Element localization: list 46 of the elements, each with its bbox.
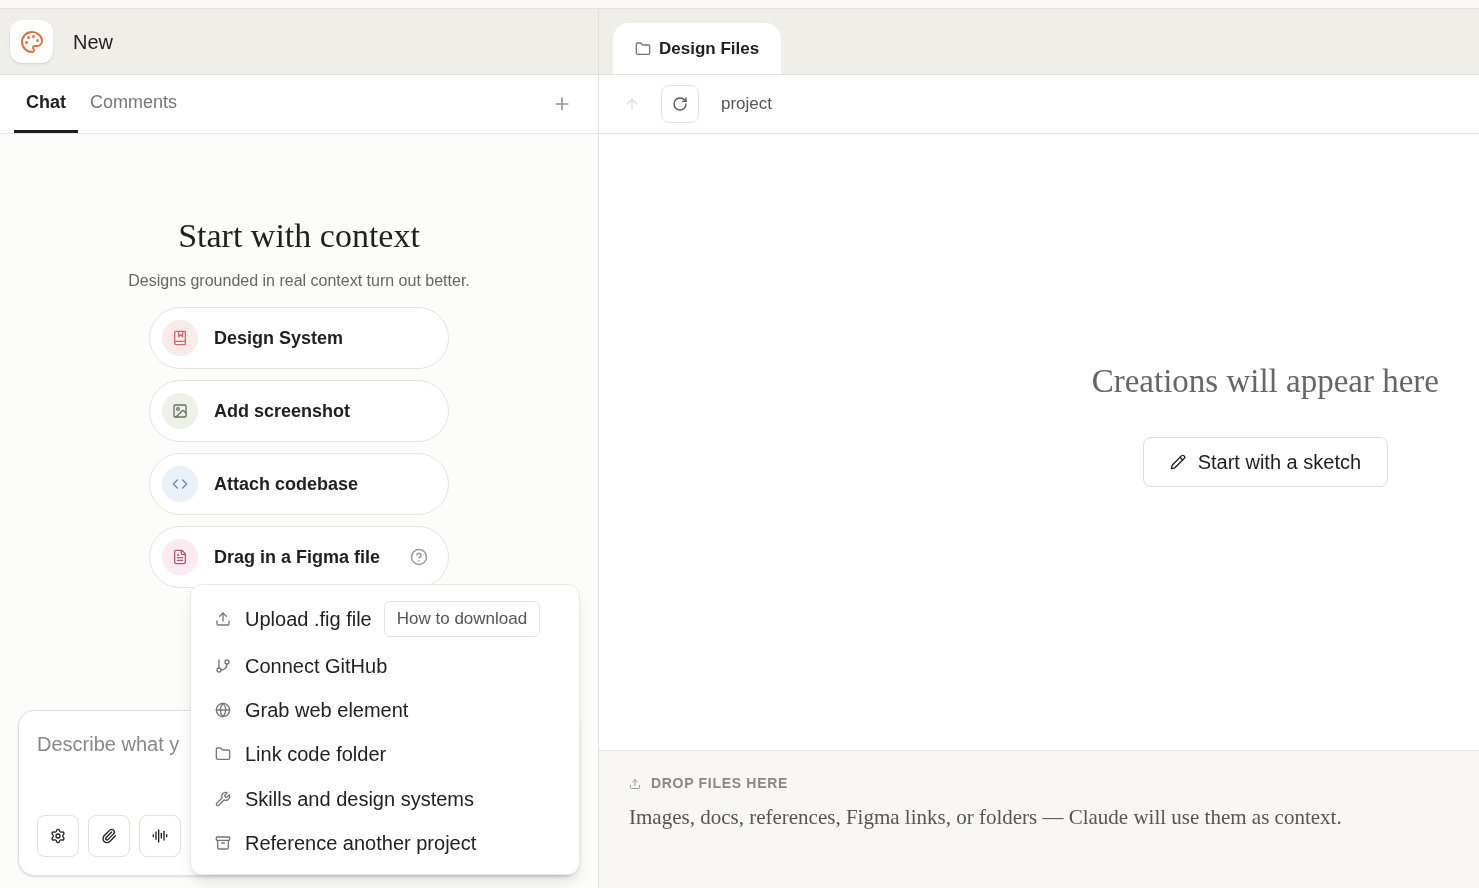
upload-icon	[629, 777, 641, 790]
menu-item[interactable]: Link code folder	[215, 739, 387, 770]
image-icon	[172, 403, 188, 419]
path-label: project	[721, 93, 773, 116]
menu-item[interactable]: Skills and design systems	[215, 783, 474, 814]
palette-icon	[19, 29, 44, 54]
branch-icon	[215, 657, 231, 674]
context-option[interactable]: Design System	[149, 307, 449, 369]
arrow-up-icon	[624, 96, 640, 112]
tab[interactable]: Comments	[78, 75, 190, 133]
app-logo[interactable]	[10, 20, 53, 63]
drop-description: Images, docs, references, Figma links, or folders — Claude will use them as context.	[629, 804, 1343, 831]
how-to-download-link[interactable]: How to download	[383, 601, 541, 637]
context-title: Start with context	[178, 216, 420, 256]
project-title: New	[73, 29, 113, 55]
book-icon	[172, 330, 188, 346]
prompt-input[interactable]: Describe what y	[37, 729, 207, 759]
refresh-button[interactable]	[661, 85, 699, 123]
file-icon	[172, 549, 188, 565]
upload-icon	[215, 610, 231, 627]
canvas-title: Creations will appear here	[1091, 362, 1439, 402]
globe-icon	[215, 702, 231, 719]
settings-icon	[50, 828, 66, 844]
context-option[interactable]: Attach codebase	[149, 453, 449, 515]
paperclip-icon	[101, 828, 117, 844]
menu-item[interactable]: Connect GitHub	[215, 650, 388, 681]
folder-icon	[215, 746, 231, 763]
drop-heading: DROP FILES HERE	[651, 774, 789, 793]
files-tab[interactable]: Design Files	[613, 23, 782, 74]
wrench-icon	[215, 790, 231, 807]
menu-item[interactable]: Upload .fig file	[215, 603, 372, 634]
voice-button[interactable]	[139, 815, 181, 857]
context-option[interactable]: Add screenshot	[149, 380, 449, 442]
menu-item[interactable]: Grab web element	[215, 695, 409, 726]
menu-item[interactable]: Reference another project	[215, 828, 477, 858]
folder-icon	[635, 40, 651, 57]
sketch-button[interactable]: Start with a sketch	[1142, 436, 1389, 487]
settings-button[interactable]	[37, 815, 79, 857]
code-icon	[172, 476, 188, 492]
refresh-icon	[672, 96, 688, 112]
waveform-icon	[152, 828, 168, 844]
pencil-icon	[1169, 453, 1186, 470]
context-subtitle: Designs grounded in real context turn out better.	[128, 271, 470, 291]
context-option[interactable]: Drag in a Figma file	[149, 526, 449, 588]
attach-button[interactable]	[88, 815, 130, 857]
archive-icon	[215, 835, 231, 851]
